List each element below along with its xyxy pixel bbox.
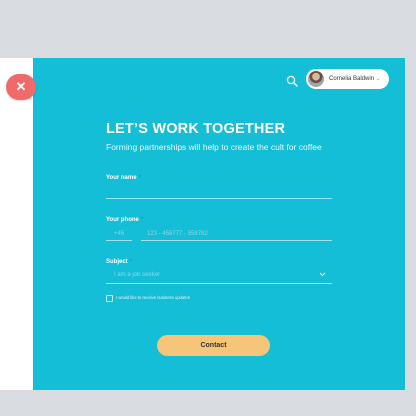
avatar (308, 71, 324, 87)
phone-number-field[interactable] (141, 240, 332, 241)
page-subtitle: Forming partnerships will help to create… (106, 142, 322, 152)
phone-label: Your phone * (106, 217, 144, 223)
chevron-down-icon[interactable] (319, 272, 326, 279)
chevron-down-icon: ⌄ (376, 76, 381, 82)
subject-label: Subject * (106, 259, 133, 265)
updates-checkbox[interactable] (106, 295, 113, 302)
close-icon: ✕ (15, 79, 27, 94)
contact-button[interactable]: Contact (157, 335, 270, 356)
side-panel (0, 58, 33, 390)
close-button[interactable]: ✕ (6, 74, 36, 100)
phone-placeholder: 123 - 458777 - 558782 (147, 231, 208, 237)
country-code-field[interactable] (106, 240, 132, 241)
subject-select[interactable] (106, 283, 332, 284)
country-code-placeholder: +45 (114, 231, 125, 237)
search-icon[interactable] (286, 74, 298, 87)
user-name: Cornelia Baldwin (329, 76, 375, 82)
page-title: LET’S WORK TOGETHER (106, 121, 286, 137)
user-menu[interactable]: Cornelia Baldwin ⌄ (306, 69, 389, 89)
updates-checkbox-label: I would like to receive business updates (116, 295, 190, 300)
subject-value: I am a job seeker (114, 272, 161, 278)
name-field[interactable] (106, 198, 332, 199)
name-label: Your name * (106, 175, 141, 181)
